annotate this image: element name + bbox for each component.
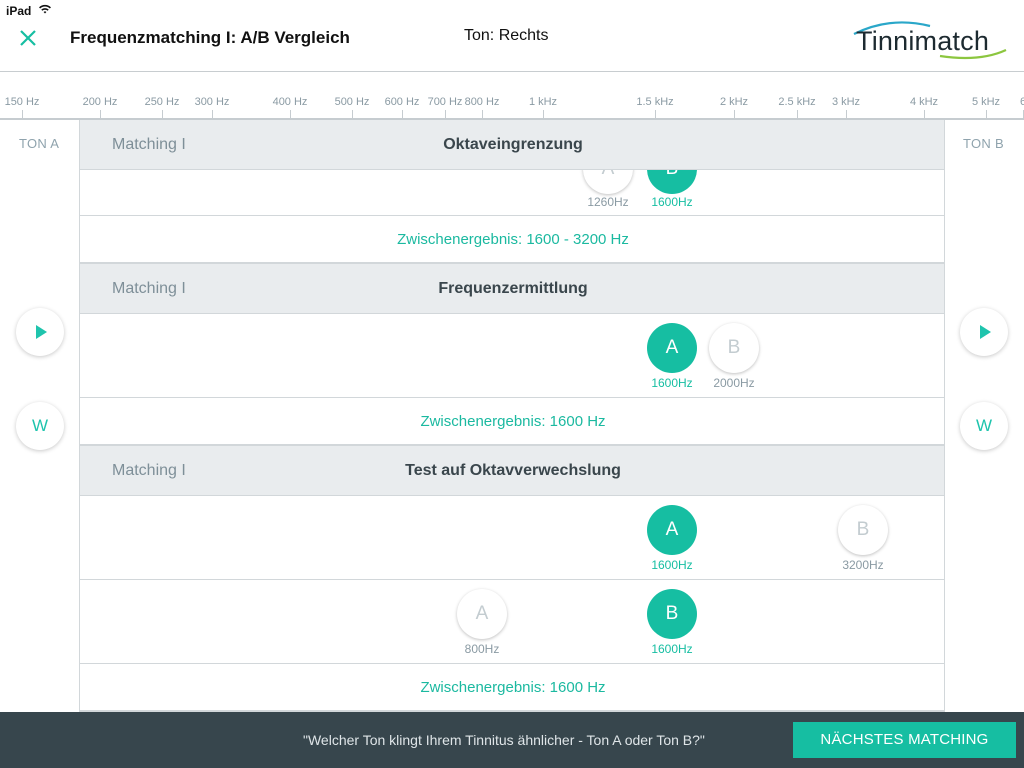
frequency-tick-mark	[100, 110, 101, 118]
frequency-tick-mark	[212, 110, 213, 118]
tone-a-button[interactable]: A	[647, 323, 697, 373]
frequency-tick-mark	[543, 110, 544, 118]
frequency-tick-mark	[655, 110, 656, 118]
frequency-tick-label: 3 kHz	[831, 96, 861, 108]
page-title: Frequenzmatching I: A/B Vergleich	[70, 28, 350, 47]
tone-a-button[interactable]: A	[583, 170, 633, 194]
frequency-tick-label: 2.5 kHz	[778, 96, 816, 108]
tone-pair-row: A 1260Hz B 1600Hz	[80, 170, 944, 216]
tone-b-button[interactable]: B	[647, 589, 697, 639]
ton-b-label: TON B	[963, 136, 1004, 151]
question-text: "Welcher Ton klingt Ihrem Tinnitus ähnli…	[303, 732, 705, 748]
frequency-tick-mark	[445, 110, 446, 118]
wifi-icon	[39, 4, 51, 14]
tone-pair-row: A 1600Hz B 2000Hz	[80, 314, 944, 398]
play-icon	[980, 325, 991, 339]
frequency-tick-mark	[734, 110, 735, 118]
frequency-tick-label: 800 Hz	[464, 96, 500, 108]
frequency-tick-label: 150 Hz	[4, 96, 40, 108]
tone-a-frequency: 1600Hz	[651, 558, 693, 572]
w-label: W	[975, 416, 993, 435]
section-header: Matching I Test auf Oktavverwechslung	[80, 446, 944, 496]
tone-b-button[interactable]: B	[709, 323, 759, 373]
section-title: Test auf Oktavverwechslung	[405, 462, 621, 479]
frequency-tick-label: 1.5 kHz	[636, 96, 674, 108]
bottom-bar: "Welcher Ton klingt Ihrem Tinnitus ähnli…	[0, 712, 1024, 768]
tone-side-label: Ton: Rechts	[464, 27, 549, 44]
frequency-tick-label: 4 kHz	[909, 96, 939, 108]
tone-a-button[interactable]: A	[457, 589, 507, 639]
frequency-tick-mark	[797, 110, 798, 118]
tone-b-frequency: 1600Hz	[651, 642, 693, 656]
frequency-tick-label: 400 Hz	[272, 96, 308, 108]
frequency-tick-mark	[986, 110, 987, 118]
frequency-tick-mark	[402, 110, 403, 118]
frequency-tick-mark	[162, 110, 163, 118]
matching-history-panel[interactable]: Matching I Oktaveingrenzung A 1260Hz B 1…	[79, 120, 945, 712]
play-ton-b-button[interactable]	[960, 308, 1008, 356]
frequency-tick-mark	[482, 110, 483, 118]
frequency-tick-mark	[22, 110, 23, 118]
frequency-tick-label: 250 Hz	[144, 96, 180, 108]
interim-result: Zwischenergebnis: 1600 Hz	[80, 664, 944, 712]
tone-b-frequency: 1600Hz	[651, 195, 693, 209]
tone-a-button[interactable]: A	[647, 505, 697, 555]
next-matching-button[interactable]: NÄCHSTES MATCHING	[793, 722, 1016, 758]
frequency-tick-mark	[924, 110, 925, 118]
frequency-tick-label: 700 Hz	[427, 96, 463, 108]
frequency-tick-label: 5 kHz	[971, 96, 1001, 108]
frequency-tick-label: 600 Hz	[384, 96, 420, 108]
tone-pair-row: A 1600Hz B 3200Hz	[80, 496, 944, 580]
section-header: Matching I Frequenzermittlung	[80, 264, 944, 314]
play-icon	[36, 325, 47, 339]
section-header: Matching I Oktaveingrenzung	[80, 120, 944, 170]
close-icon	[20, 30, 36, 46]
logo-text: Tinnimatch	[856, 26, 990, 56]
tinnimatch-logo: Tinnimatch	[850, 20, 1010, 64]
repeat-ton-b-button[interactable]: W	[960, 402, 1008, 450]
header: Frequenzmatching I: A/B Vergleich Ton: R…	[0, 20, 1024, 72]
frequency-tick-label: 200 Hz	[82, 96, 118, 108]
section-title: Frequenzermittlung	[438, 280, 588, 297]
interim-result: Zwischenergebnis: 1600 Hz	[80, 398, 944, 446]
frequency-tick-label: 500 Hz	[334, 96, 370, 108]
tone-b-frequency: 3200Hz	[842, 558, 884, 572]
tone-pair-row: A 800Hz B 1600Hz	[80, 580, 944, 664]
tone-a-frequency: 800Hz	[464, 642, 500, 656]
frequency-tick-mark	[846, 110, 847, 118]
close-button[interactable]	[16, 26, 40, 50]
frequency-ruler: 150 Hz 200 Hz 250 Hz 300 Hz 400 Hz 500 Hz 600 …	[0, 72, 1024, 120]
frequency-tick-label: 2 kHz	[719, 96, 749, 108]
tone-b-button[interactable]: B	[647, 170, 697, 194]
tone-b-button[interactable]: B	[838, 505, 888, 555]
ton-a-label: TON A	[19, 136, 60, 151]
repeat-ton-a-button[interactable]: W	[16, 402, 64, 450]
frequency-tick-mark	[290, 110, 291, 118]
interim-result: Zwischenergebnis: 1600 - 3200 Hz	[80, 216, 944, 264]
tone-b-frequency: 2000Hz	[713, 376, 755, 390]
frequency-tick-label: 1 kHz	[528, 96, 558, 108]
w-label: W	[31, 416, 49, 435]
status-bar: iPad	[0, 0, 1024, 20]
frequency-tick-mark	[352, 110, 353, 118]
frequency-tick-label: 300 Hz	[194, 96, 230, 108]
play-ton-a-button[interactable]	[16, 308, 64, 356]
device-label: iPad	[6, 4, 32, 18]
frequency-tick-label: 6	[1020, 96, 1024, 108]
section-title: Oktaveingrenzung	[443, 136, 583, 153]
